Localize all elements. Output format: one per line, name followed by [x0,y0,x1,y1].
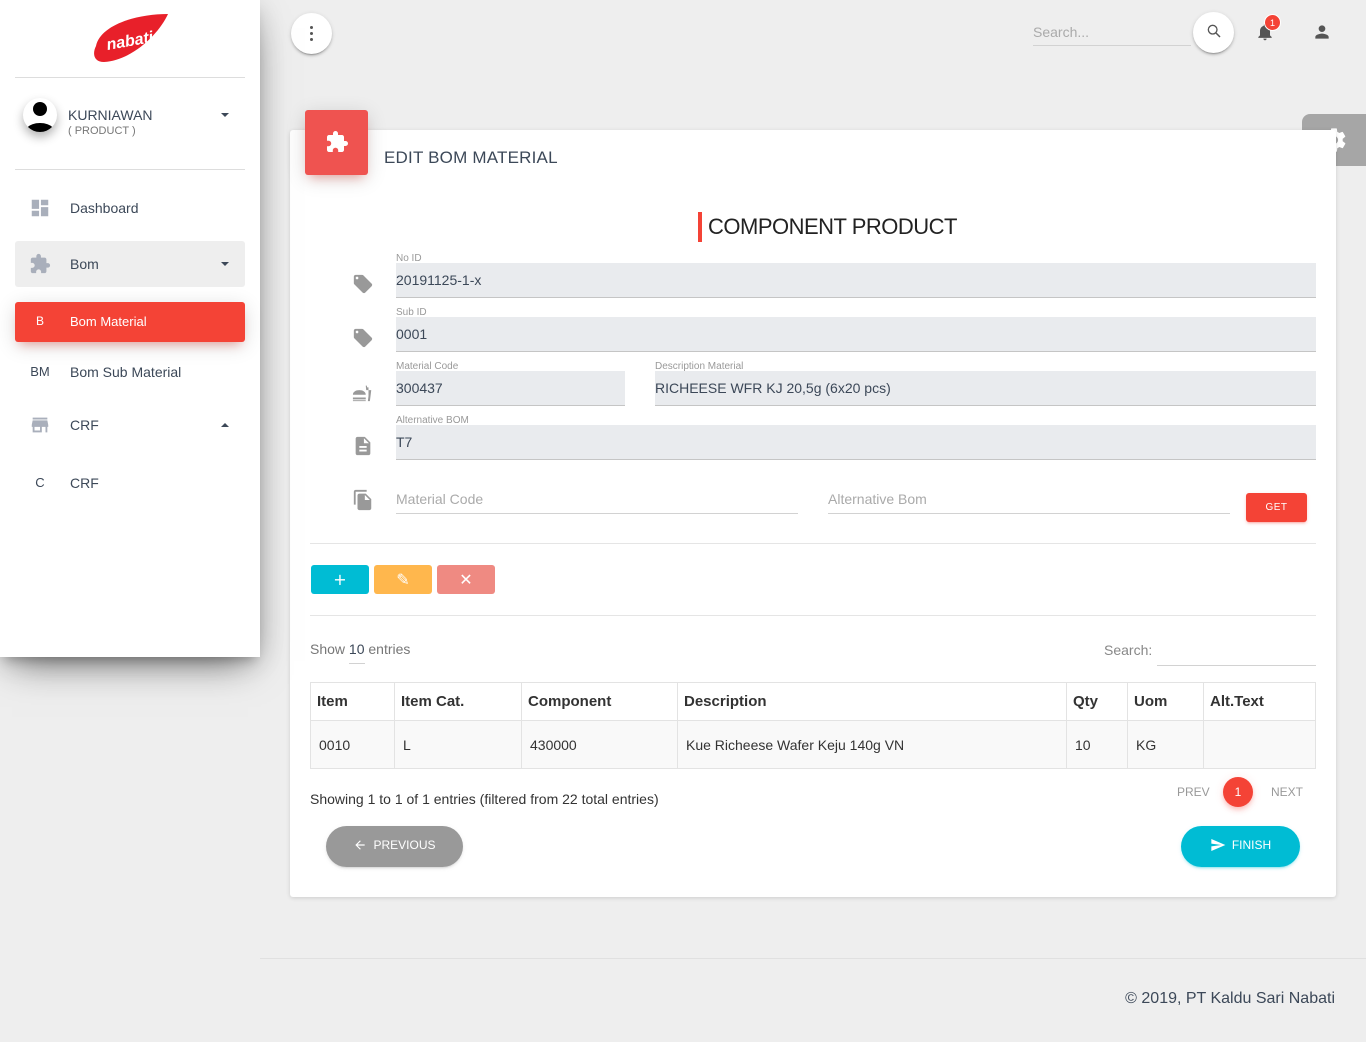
dashboard-icon [31,199,49,217]
sidebar-item-bom[interactable]: Bom [15,241,245,287]
table-header-row: Item Item Cat. Component Description Qty… [310,682,1316,721]
card-title: EDIT BOM MATERIAL [384,148,558,167]
fastfood-icon [352,381,372,402]
search-button[interactable] [1193,12,1234,53]
no-id-field[interactable]: 20191125-1-x [396,263,1316,298]
column-header-component[interactable]: Component [521,682,678,721]
user-name: KURNIAWAN [68,107,153,123]
sidebar-item-dashboard[interactable]: Dashboard [15,186,245,230]
sub-id-field[interactable]: 0001 [396,317,1316,352]
column-header-alt-text[interactable]: Alt.Text [1203,682,1316,721]
sidebar-item-label: Bom Material [70,314,147,329]
sidebar-item-label: Bom [70,256,99,272]
pagination-page-1[interactable]: 1 [1223,777,1253,807]
sidebar-item-bom-sub-material[interactable]: BM Bom Sub Material [15,350,245,394]
table-search-label: Search: [1104,642,1153,658]
description-field[interactable]: RICHEESE WFR KJ 20,5g (6x20 pcs) [655,371,1316,406]
show-entries: Show 10 entries [310,641,410,664]
previous-label: PREVIOUS [373,838,436,852]
section-title: COMPONENT PRODUCT [698,212,958,242]
finish-button[interactable]: FINISH [1181,826,1300,867]
lookup-material-code-input[interactable] [396,484,798,514]
user-silhouette-icon [25,102,55,132]
table-row[interactable]: 0010 L 430000 Kue Richeese Wafer Keju 14… [310,720,1316,769]
card-header-icon [305,110,368,175]
pagination-prev[interactable]: PREV [1177,785,1210,799]
column-header-description[interactable]: Description [677,682,1067,721]
avatar [23,98,57,132]
column-header-item-cat[interactable]: Item Cat. [394,682,522,721]
tag-icon [353,328,373,348]
column-header-qty[interactable]: Qty [1066,682,1128,721]
sidebar-item-crf-sub[interactable]: C CRF [15,461,245,505]
chevron-up-icon [221,423,229,427]
sidebar-item-bom-material[interactable]: B Bom Material [15,302,245,342]
cell-description: Kue Richeese Wafer Keju 140g VN [677,720,1067,769]
copyright: © 2019, PT Kaldu Sari Nabati [1125,990,1335,1007]
pagination-next[interactable]: NEXT [1271,785,1303,799]
notification-badge: 1 [1264,14,1281,31]
sidebar-item-label: CRF [70,417,99,433]
sidebar-item-mini: B [35,314,44,328]
sidebar-item-mini: BM [30,364,50,379]
entries-length-select[interactable]: 10 [348,641,365,664]
search-input[interactable] [1033,18,1191,46]
puzzle-icon [30,253,51,274]
previous-button[interactable]: PREVIOUS [326,826,463,867]
chevron-down-icon [221,113,229,117]
cell-item-cat: L [394,720,522,769]
search-icon [1207,24,1221,38]
column-header-uom[interactable]: Uom [1127,682,1204,721]
alt-bom-field[interactable]: T7 [396,425,1316,460]
cell-qty: 10 [1066,720,1128,769]
footer-divider [260,958,1366,959]
component-table: Item Item Cat. Component Description Qty… [310,682,1316,769]
cell-alt-text [1203,720,1316,769]
user-panel[interactable]: KURNIAWAN ( PRODUCT ) [15,78,245,170]
document-icon [355,436,371,456]
puzzle-icon [327,131,348,152]
copy-icon [353,489,372,511]
chevron-down-icon [221,262,229,266]
sidebar: nabati KURNIAWAN ( PRODUCT ) Dashboard B… [0,0,260,657]
person-icon[interactable] [1312,22,1332,42]
cell-item: 0010 [310,720,395,769]
show-entries-suffix: entries [368,641,411,657]
send-icon [1211,839,1226,851]
divider [310,615,1316,616]
finish-label: FINISH [1231,838,1272,852]
sidebar-item-crf[interactable]: CRF [15,403,245,447]
column-header-item[interactable]: Item [310,682,395,721]
tag-icon [353,274,373,294]
cell-component: 430000 [521,720,678,769]
get-button[interactable]: GET [1246,493,1307,522]
sidebar-item-mini: C [35,475,45,490]
logo-area: nabati [15,0,245,78]
add-row-button[interactable]: + [311,565,369,594]
divider [310,543,1316,544]
edit-row-button[interactable]: ✎ [374,565,432,594]
store-icon [31,417,49,433]
arrow-left-icon [355,840,366,850]
delete-row-button[interactable]: ✕ [437,565,495,594]
sidebar-toggle-button[interactable] [291,13,332,54]
user-role: ( PRODUCT ) [68,125,136,137]
cell-uom: KG [1127,720,1204,769]
show-entries-prefix: Show [310,641,346,657]
more-vertical-icon [310,26,313,41]
sidebar-item-label: Dashboard [70,200,139,216]
table-info: Showing 1 to 1 of 1 entries (filtered fr… [310,791,659,807]
table-search-input[interactable] [1157,636,1316,666]
nabati-logo[interactable]: nabati [90,12,170,64]
material-code-field[interactable]: 300437 [396,371,625,406]
lookup-alternative-bom-input[interactable] [828,484,1230,514]
sidebar-item-label: CRF [70,475,99,491]
sidebar-item-label: Bom Sub Material [70,364,182,380]
